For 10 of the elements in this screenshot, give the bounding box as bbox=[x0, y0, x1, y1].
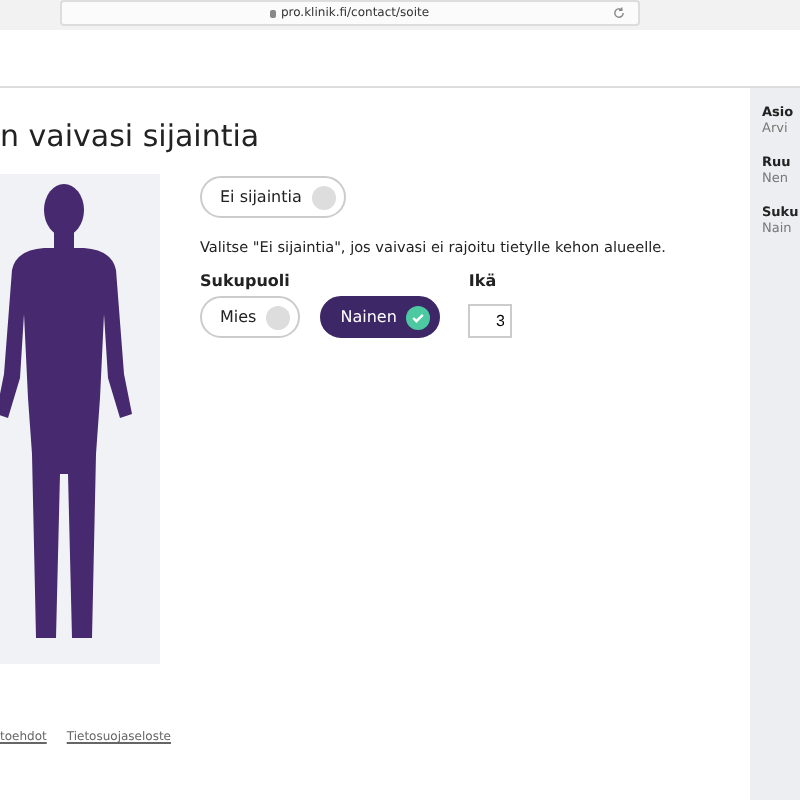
lock-icon bbox=[270, 9, 277, 17]
gender-option[interactable]: Mies bbox=[200, 296, 301, 338]
age-field[interactable]: 3 bbox=[468, 304, 513, 338]
age-label: Ikä bbox=[468, 272, 499, 290]
gender-option[interactable]: Nainen bbox=[320, 296, 441, 338]
page-title: n vaivasi sijaintia bbox=[0, 118, 262, 154]
no-location-toggle[interactable]: Ei sijaintia bbox=[200, 176, 346, 218]
reload-icon[interactable] bbox=[612, 6, 626, 20]
check-icon bbox=[410, 309, 427, 325]
gender-label: Sukupuoli bbox=[200, 272, 292, 290]
